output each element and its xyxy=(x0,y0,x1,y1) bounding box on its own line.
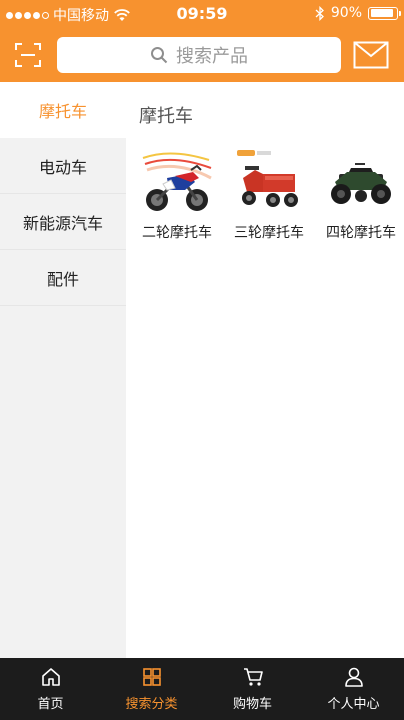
category-content: 摩托车 二轮摩托车 三轮摩托车 四轮摩托车 xyxy=(126,82,404,658)
tab-cart[interactable]: 购物车 xyxy=(202,658,303,720)
product-four-wheel-motorcycle[interactable]: 四轮摩托车 xyxy=(318,148,404,242)
product-two-wheel-motorcycle[interactable]: 二轮摩托车 xyxy=(134,148,220,242)
sidebar-item-accessories[interactable]: 配件 xyxy=(0,250,126,306)
status-bar: 中国移动 09:59 90% xyxy=(0,0,404,28)
search-input[interactable]: 搜索产品 xyxy=(57,37,341,73)
tab-category-search[interactable]: 搜索分类 xyxy=(101,658,202,720)
cart-icon xyxy=(243,668,263,686)
category-icon xyxy=(142,668,161,686)
status-right: 90% xyxy=(315,5,401,21)
product-name: 二轮摩托车 xyxy=(142,225,212,241)
tab-label: 搜索分类 xyxy=(125,697,178,712)
battery-icon xyxy=(368,6,401,20)
sidebar-item-label: 配件 xyxy=(46,269,79,289)
sidebar-item-label: 新能源汽车 xyxy=(22,213,103,233)
sidebar-item-motorcycle[interactable]: 摩托车 xyxy=(0,82,126,138)
user-icon xyxy=(344,667,363,687)
sidebar-item-label: 摩托车 xyxy=(38,102,87,121)
section-title: 摩托车 xyxy=(139,106,193,127)
header: 搜索产品 xyxy=(0,28,404,82)
tricycle-image xyxy=(237,150,298,207)
product-name: 四轮摩托车 xyxy=(326,225,396,241)
bottom-tab-bar: 首页 搜索分类 购物车 个人中心 xyxy=(0,658,404,720)
tab-profile[interactable]: 个人中心 xyxy=(303,658,404,720)
atv-image xyxy=(331,163,391,204)
tab-label: 个人中心 xyxy=(327,697,380,712)
battery-fill xyxy=(370,9,393,17)
category-sidebar: 摩托车 电动车 新能源汽车 配件 xyxy=(0,82,126,658)
tab-home[interactable]: 首页 xyxy=(0,658,101,720)
bluetooth-icon xyxy=(315,5,324,21)
battery-percent: 90% xyxy=(330,5,362,21)
home-icon xyxy=(41,668,60,686)
motorcycle-image xyxy=(142,152,212,211)
sidebar-item-new-energy-car[interactable]: 新能源汽车 xyxy=(0,194,126,250)
search-icon xyxy=(151,47,168,64)
sidebar-item-electric-vehicle[interactable]: 电动车 xyxy=(0,138,126,194)
mail-icon[interactable] xyxy=(353,41,389,69)
product-name: 三轮摩托车 xyxy=(234,225,304,241)
tab-label: 首页 xyxy=(37,697,64,712)
sidebar-item-label: 电动车 xyxy=(38,157,87,177)
search-placeholder: 搜索产品 xyxy=(176,46,248,67)
product-three-wheel-motorcycle[interactable]: 三轮摩托车 xyxy=(226,148,312,242)
scan-icon[interactable] xyxy=(14,41,42,69)
product-grid: 二轮摩托车 三轮摩托车 四轮摩托车 xyxy=(134,148,404,242)
tab-label: 购物车 xyxy=(232,697,272,712)
